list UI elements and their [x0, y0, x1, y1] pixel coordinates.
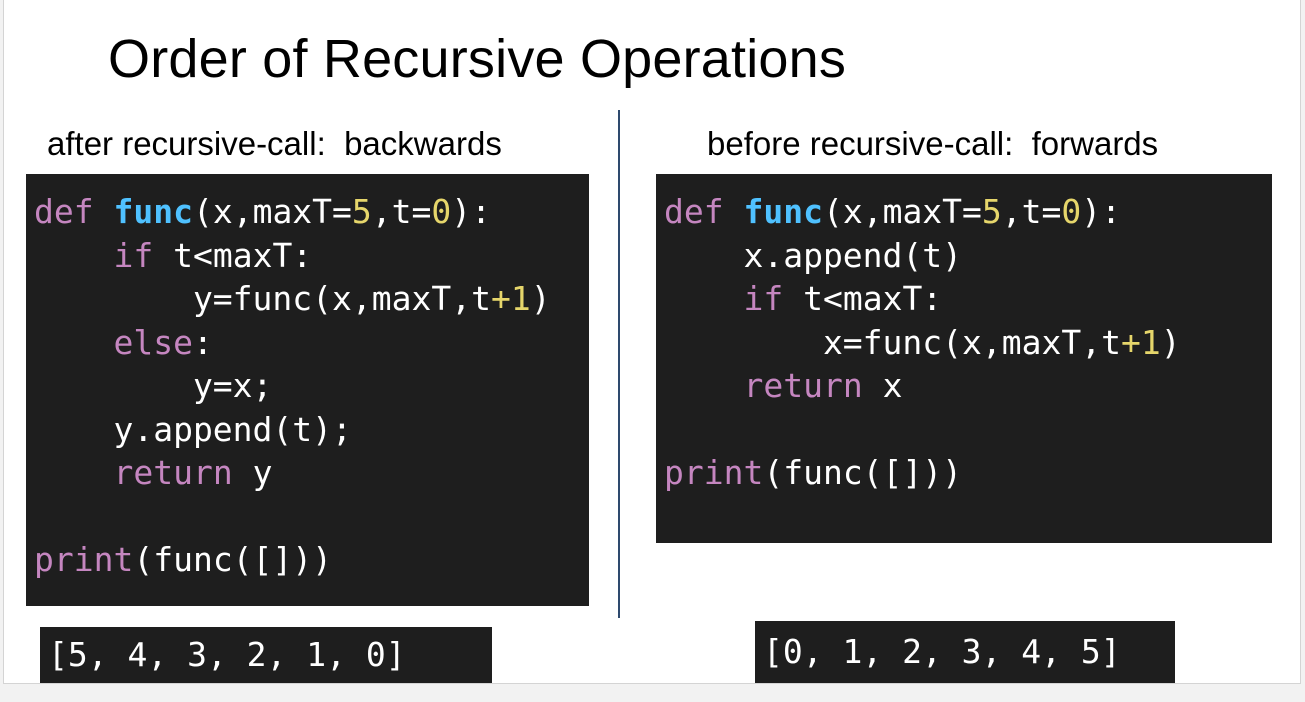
code-token: def	[34, 192, 114, 231]
code-token: y=x;	[34, 366, 273, 405]
code-line: return x	[664, 364, 1262, 408]
code-token: y=func(x,maxT,t	[34, 279, 491, 318]
code-token: x	[862, 366, 903, 405]
code-token: if	[113, 235, 154, 275]
right-subtitle: before recursive-call: forwards	[707, 125, 1159, 162]
left-subtitle: after recursive-call: backwards	[47, 125, 502, 162]
code-line: else:	[34, 321, 579, 365]
code-token: def	[664, 192, 744, 231]
code-token: ,t=	[371, 192, 432, 231]
code-token: x.append(t)	[664, 235, 963, 275]
code-token: ,t=	[1001, 192, 1062, 231]
code-token: y.append(t);	[34, 409, 352, 449]
code-line: if t<maxT:	[664, 277, 1262, 321]
code-token: +1	[490, 279, 531, 318]
code-line: def func(x,maxT=5,t=0):	[34, 190, 579, 234]
code-token: x=func(x,maxT,t	[664, 322, 1121, 362]
code-token: +1	[1120, 322, 1161, 362]
code-line: y=func(x,maxT,t+1)	[34, 277, 579, 321]
code-token: 0	[1061, 192, 1082, 231]
code-line: print(func([]))	[34, 538, 579, 582]
code-token: 5	[351, 192, 372, 231]
right-code-block: def func(x,maxT=5,t=0): x.append(t) if t…	[656, 174, 1272, 543]
code-line: if t<maxT:	[34, 234, 579, 278]
code-token: print	[664, 453, 764, 492]
code-token: return	[113, 453, 233, 492]
code-token: ):	[451, 192, 492, 231]
code-token: else	[113, 322, 193, 362]
code-token: if	[743, 279, 784, 318]
code-token: (x,maxT=	[192, 192, 352, 231]
left-output: [5, 4, 3, 2, 1, 0]	[40, 627, 492, 683]
code-line: y.append(t);	[34, 408, 579, 452]
code-line: print(func([]))	[664, 451, 1262, 495]
code-token: :	[192, 322, 213, 362]
code-token: func	[743, 192, 823, 231]
code-token: 0	[431, 192, 452, 231]
code-token: (func([]))	[133, 540, 333, 579]
code-line: x=func(x,maxT,t+1)	[664, 321, 1262, 365]
code-token: t<maxT:	[783, 279, 943, 318]
code-token: (func([]))	[763, 453, 963, 492]
code-line: return y	[34, 451, 579, 495]
code-token: func	[113, 192, 193, 231]
code-token: )	[1160, 322, 1181, 362]
code-line: y=x;	[34, 364, 579, 408]
code-token: ):	[1081, 192, 1122, 231]
code-token: return	[743, 366, 863, 405]
right-output: [0, 1, 2, 3, 4, 5]	[755, 621, 1175, 683]
code-token: y	[232, 453, 273, 492]
code-line: x.append(t)	[664, 234, 1262, 278]
code-token: t<maxT:	[153, 235, 313, 275]
code-token: )	[530, 279, 551, 318]
code-token: (x,maxT=	[822, 192, 982, 231]
column-divider	[618, 110, 620, 618]
code-token: print	[34, 540, 134, 579]
code-token: 5	[981, 192, 1002, 231]
code-line: def func(x,maxT=5,t=0):	[664, 190, 1262, 234]
slide-title: Order of Recursive Operations	[108, 29, 847, 89]
slide: Order of Recursive Operations after recu…	[3, 0, 1301, 684]
left-code-block: def func(x,maxT=5,t=0): if t<maxT: y=fun…	[26, 174, 589, 606]
